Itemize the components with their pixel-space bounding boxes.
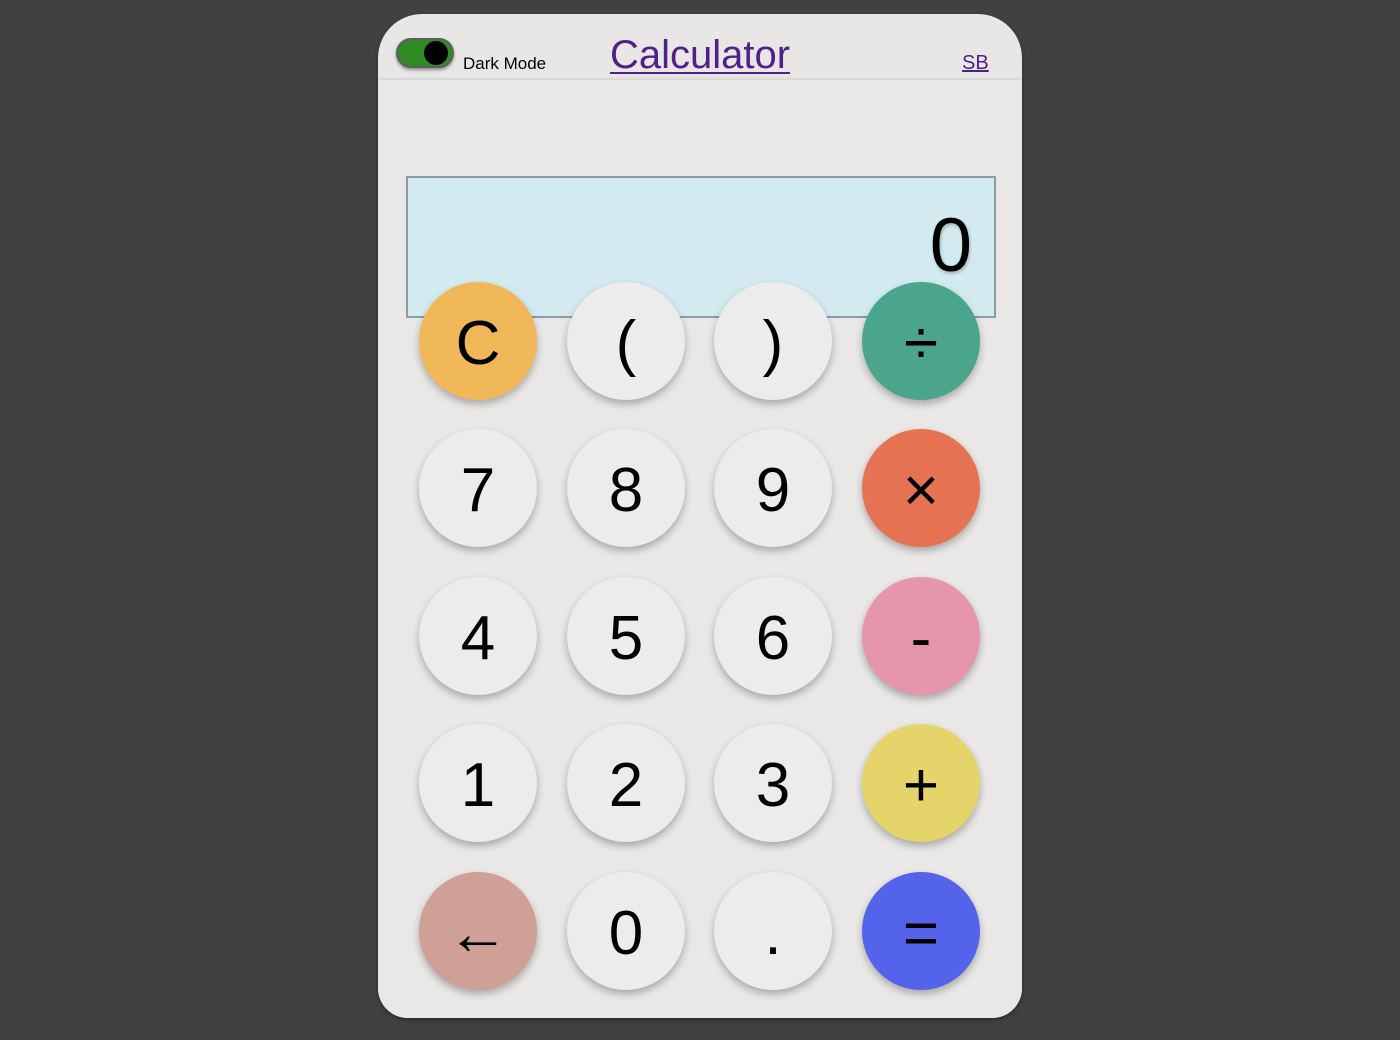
clear-button[interactable]: C [419, 282, 537, 400]
close-paren-button[interactable]: ) [714, 282, 832, 400]
digit-8-button[interactable]: 8 [567, 429, 685, 547]
open-paren-button[interactable]: ( [567, 282, 685, 400]
digit-3-button[interactable]: 3 [714, 724, 832, 842]
calculator-header: Dark Mode Calculator SB [378, 14, 1022, 80]
decimal-button[interactable]: . [714, 872, 832, 990]
subtract-button[interactable]: - [862, 577, 980, 695]
equals-button[interactable]: = [862, 872, 980, 990]
digit-7-button[interactable]: 7 [419, 429, 537, 547]
digit-5-button[interactable]: 5 [567, 577, 685, 695]
digit-0-button[interactable]: 0 [567, 872, 685, 990]
digit-6-button[interactable]: 6 [714, 577, 832, 695]
author-link[interactable]: SB [962, 52, 989, 75]
add-button[interactable]: + [862, 724, 980, 842]
display-value: 0 [929, 203, 972, 288]
digit-9-button[interactable]: 9 [714, 429, 832, 547]
page-title[interactable]: Calculator [378, 32, 1022, 78]
digit-4-button[interactable]: 4 [419, 577, 537, 695]
digit-1-button[interactable]: 1 [419, 724, 537, 842]
multiply-button[interactable]: × [862, 429, 980, 547]
calculator-panel: Dark Mode Calculator SB 0 C () ÷ 7 8 9 × 4 5 6- 1 2… [378, 14, 1022, 1018]
backspace-button[interactable]: ← [419, 872, 537, 990]
divide-button[interactable]: ÷ [862, 282, 980, 400]
digit-2-button[interactable]: 2 [567, 724, 685, 842]
calculator-body: 0 C () ÷ 7 8 9 × 4 5 6- 1 2 3 + ← 0. = [378, 80, 1022, 1018]
